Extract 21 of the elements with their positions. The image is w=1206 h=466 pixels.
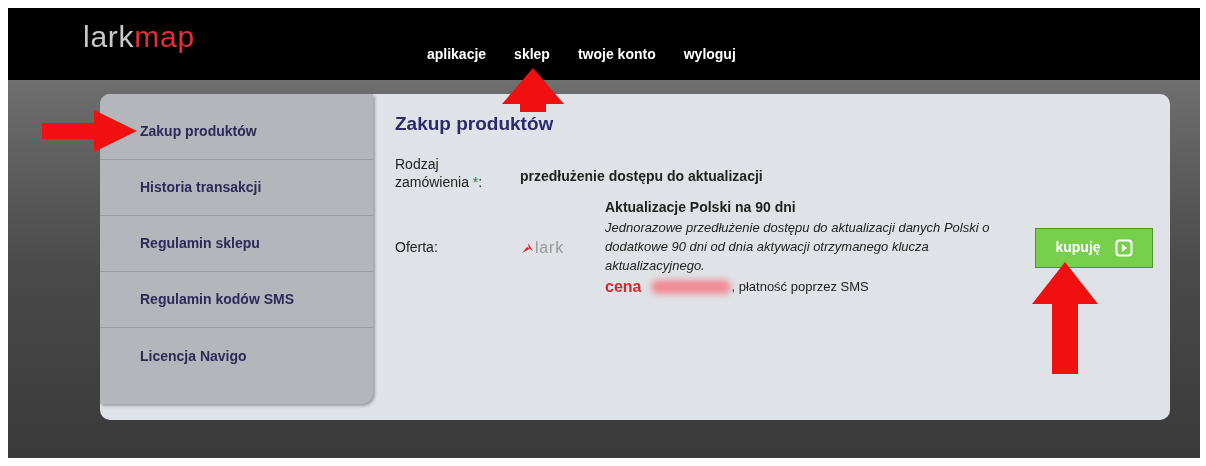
play-icon (1114, 238, 1133, 257)
order-type-value: przedłużenie dostępu do aktualizacji (520, 166, 763, 186)
annotation-arrow (502, 68, 564, 112)
field-label: Rodzaj zamówienia *: (395, 154, 484, 191)
sidebar-item[interactable]: Licencja Navigo (140, 345, 247, 367)
logo: larkmap (83, 22, 195, 52)
nav-link[interactable]: twoje konto (577, 44, 656, 65)
field-label: Oferta: (395, 238, 439, 257)
sidebar-item[interactable]: Zakup produktów (140, 121, 257, 142)
nav-link[interactable]: aplikacje (426, 44, 487, 65)
offer-description: Jednorazowe przedłużenie dostępu do aktualizacji danych Polski o dodatkowe 90 dni od dnia aktywacji otrzymanego klucza aktualizacyjnego. (605, 218, 990, 275)
page-title: Zakup produktów (395, 112, 555, 136)
partner-logo: lark (535, 237, 564, 258)
sidebar-item[interactable]: Regulamin kodów SMS (140, 289, 294, 310)
nav-link[interactable]: wyloguj (683, 44, 736, 65)
nav-link[interactable]: sklep (514, 44, 550, 65)
sidebar-item[interactable]: Regulamin sklepu (140, 233, 260, 254)
price-label: cena (605, 276, 642, 297)
offer-name: Aktualizacje Polski na 90 dni (605, 197, 797, 217)
payment-info: , płatność poprzez SMS (731, 277, 869, 296)
sidebar-item[interactable]: Historia transakcji (140, 177, 262, 198)
